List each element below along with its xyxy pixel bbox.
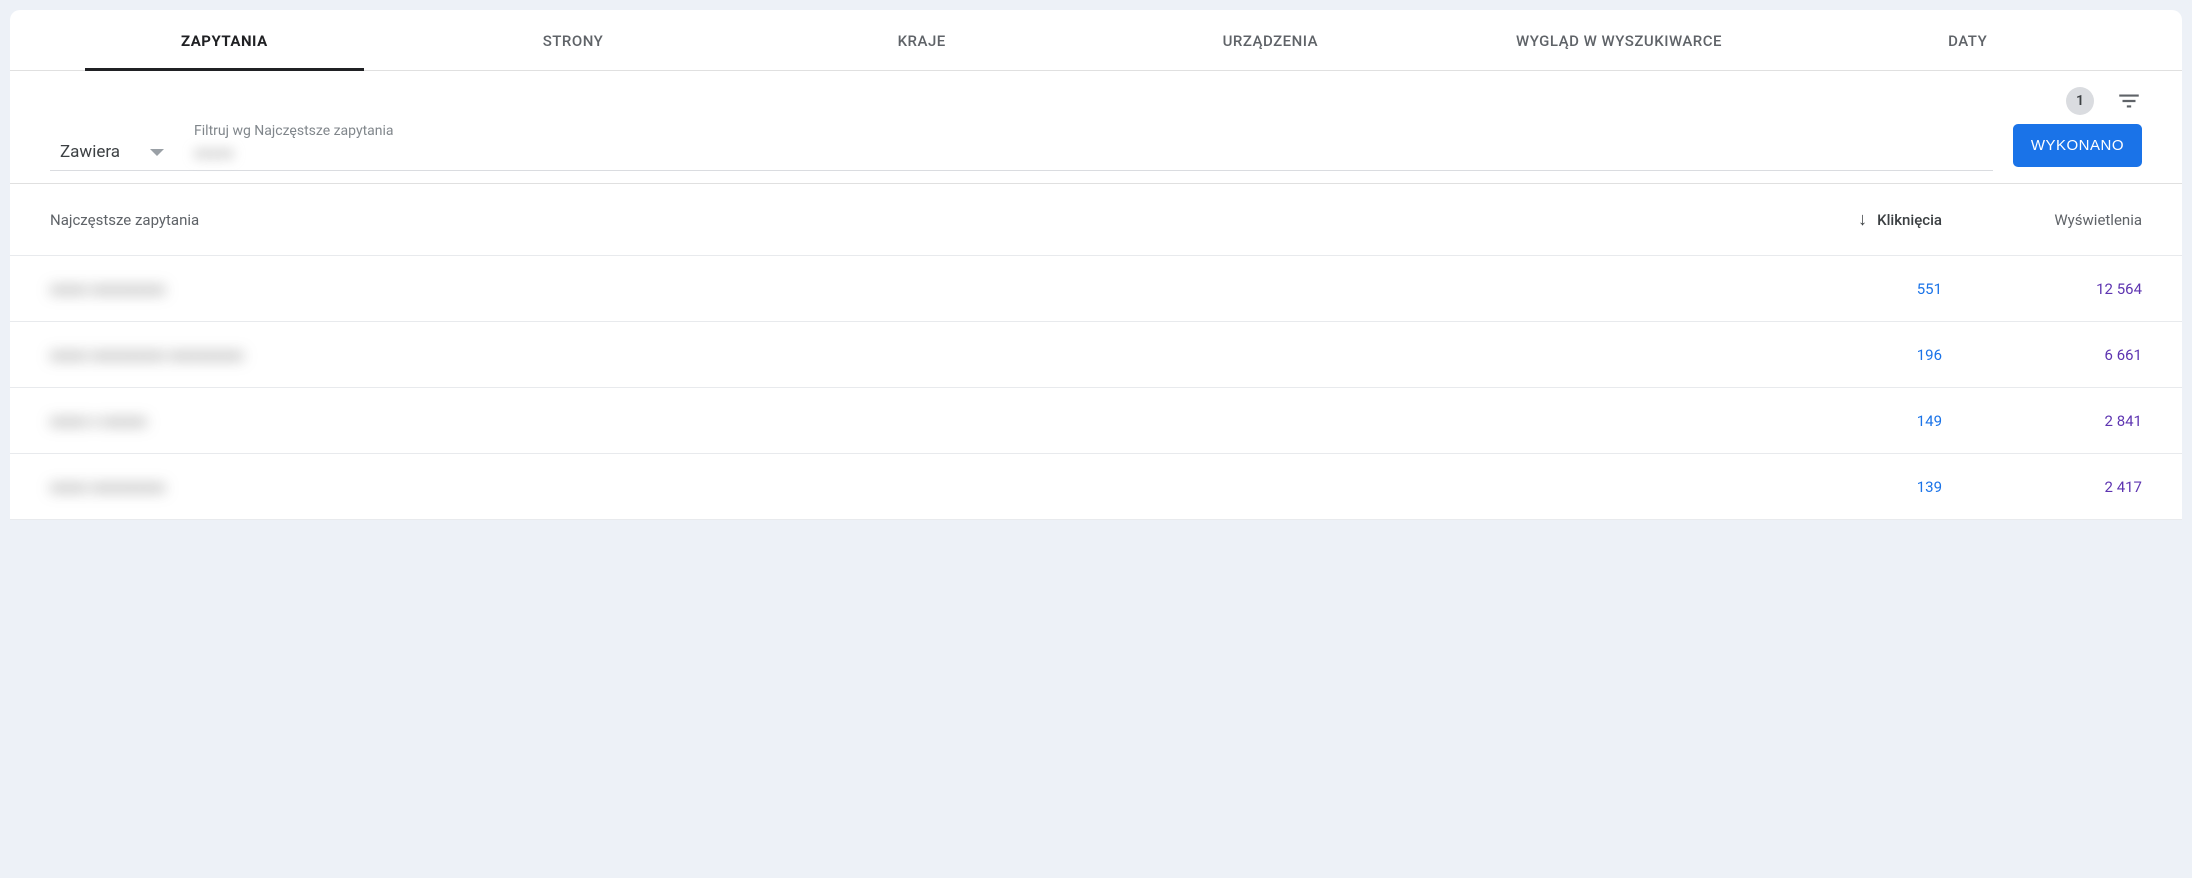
done-button[interactable]: WYKONANO: [2013, 124, 2142, 167]
table-body: xxxxx xxxxxxxxxx55112 564xxxxx xxxxxxxxx…: [10, 256, 2182, 520]
table-row[interactable]: xxxxx xxxxxxxxxx1392 417: [10, 454, 2182, 520]
cell-query: xxxxx x xxxxxx: [50, 412, 1782, 430]
table-row[interactable]: xxxxx xxxxxxxxxx55112 564: [10, 256, 2182, 322]
chevron-down-icon: [150, 149, 164, 156]
table-head: Najczęstsze zapytania ↓ Kliknięcia Wyświ…: [10, 184, 2182, 256]
col-head-impressions[interactable]: Wyświetlenia: [1942, 211, 2142, 229]
table-row[interactable]: xxxxx x xxxxxx1492 841: [10, 388, 2182, 454]
tab-appearance[interactable]: WYGLĄD W WYSZUKIWARCE: [1445, 10, 1794, 70]
filter-input-label: Filtruj wg Najczęstsze zapytania: [194, 123, 1993, 139]
filter-list-icon[interactable]: [2116, 88, 2142, 114]
cell-clicks: 551: [1782, 280, 1942, 298]
cell-impressions: 6 661: [1942, 346, 2142, 364]
tabs-bar: ZAPYTANIA STRONY KRAJE URZĄDZENIA WYGLĄD…: [10, 10, 2182, 71]
col-head-query: Najczęstsze zapytania: [50, 211, 1782, 229]
filter-left: Zawiera Filtruj wg Najczęstsze zapytania…: [50, 123, 1993, 171]
cell-impressions: 2 841: [1942, 412, 2142, 430]
cell-query: xxxxx xxxxxxxxxx: [50, 478, 1782, 496]
sort-desc-icon: ↓: [1858, 211, 1867, 229]
filter-mode-value: Zawiera: [60, 142, 120, 162]
col-head-clicks[interactable]: ↓ Kliknięcia: [1782, 211, 1942, 229]
cell-impressions: 2 417: [1942, 478, 2142, 496]
table-row[interactable]: xxxxx xxxxxxxxxx xxxxxxxxxx1966 661: [10, 322, 2182, 388]
filter-count-badge: 1: [2066, 87, 2094, 115]
toolbar: 1: [10, 71, 2182, 123]
tab-queries[interactable]: ZAPYTANIA: [50, 10, 399, 70]
tab-countries[interactable]: KRAJE: [747, 10, 1096, 70]
performance-card: ZAPYTANIA STRONY KRAJE URZĄDZENIA WYGLĄD…: [10, 10, 2182, 520]
tab-pages[interactable]: STRONY: [399, 10, 748, 70]
tab-devices[interactable]: URZĄDZENIA: [1096, 10, 1445, 70]
cell-impressions: 12 564: [1942, 280, 2142, 298]
filter-mode-select[interactable]: Zawiera: [50, 142, 164, 162]
tab-dates[interactable]: DATY: [1793, 10, 2142, 70]
cell-query: xxxxx xxxxxxxxxx: [50, 280, 1782, 298]
filter-input-value: xxxxx: [194, 143, 1993, 162]
cell-clicks: 196: [1782, 346, 1942, 364]
filter-row: Zawiera Filtruj wg Najczęstsze zapytania…: [10, 123, 2182, 184]
cell-clicks: 139: [1782, 478, 1942, 496]
cell-clicks: 149: [1782, 412, 1942, 430]
col-head-clicks-label: Kliknięcia: [1877, 211, 1942, 229]
filter-input-wrap[interactable]: Filtruj wg Najczęstsze zapytania xxxxx: [194, 123, 1993, 162]
cell-query: xxxxx xxxxxxxxxx xxxxxxxxxx: [50, 346, 1782, 364]
